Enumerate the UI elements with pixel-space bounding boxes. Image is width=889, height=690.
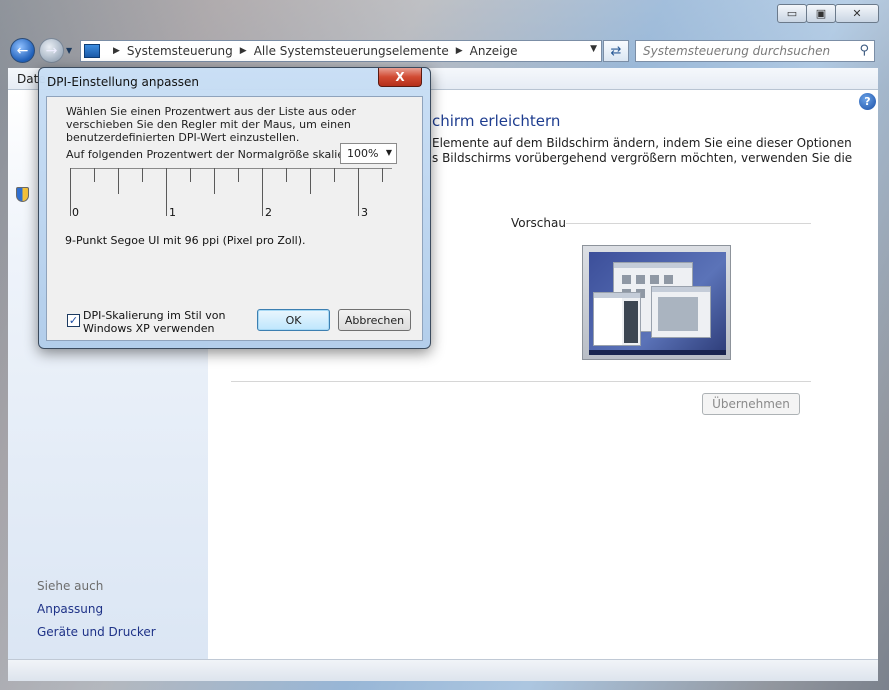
preview-image [582, 245, 731, 360]
description-line: Elemente auf dem Bildschirm ändern, inde… [432, 136, 852, 150]
minimize-button[interactable]: ▭ [777, 4, 807, 23]
ruler-minor-tick [286, 168, 287, 182]
breadcrumb-separator-icon[interactable]: ▶ [456, 46, 463, 56]
breadcrumb-separator-icon[interactable]: ▶ [240, 46, 247, 56]
ruler-label: 2 [265, 206, 272, 219]
scale-select-value: 100% [347, 147, 379, 160]
xp-scaling-checkbox[interactable]: ✓ [67, 314, 80, 327]
ruler-minor-tick [238, 168, 239, 182]
preview-side-window [593, 292, 641, 346]
breadcrumb-separator-icon[interactable]: ▶ [113, 46, 120, 56]
breadcrumb-alle-elemente[interactable]: Alle Systemsteuerungselemente [254, 44, 449, 58]
ruler-label: 0 [72, 206, 79, 219]
see-also-heading: Siehe auch [37, 579, 104, 593]
refresh-button[interactable]: ⇄ [603, 40, 629, 62]
cancel-button[interactable]: Abbrechen [338, 309, 411, 331]
forward-button[interactable]: → [39, 38, 64, 63]
ruler-minor-tick [190, 168, 191, 182]
xp-scaling-label-line: Windows XP verwenden [83, 322, 215, 335]
dialog-description: Wählen Sie einen Prozentwert aus der Lis… [66, 105, 357, 144]
ruler-minor-tick [142, 168, 143, 182]
scale-label: Auf folgenden Prozentwert der Normalgröß… [66, 148, 366, 161]
xp-scaling-label-line: DPI-Skalierung im Stil von [83, 309, 226, 322]
preview-screen [589, 252, 726, 355]
apply-button[interactable]: Übernehmen [702, 393, 800, 415]
ruler-minor-tick [214, 168, 215, 194]
divider [566, 223, 811, 224]
control-panel-icon [84, 44, 100, 58]
preview-front-window [651, 286, 711, 338]
search-placeholder: Systemsteuerung durchsuchen [643, 44, 831, 58]
navigation-bar: ← → ▼ ▶ Systemsteuerung ▶ Alle Systemste… [0, 34, 889, 66]
font-info-text: 9-Punkt Segoe UI mit 96 ppi (Pixel pro Z… [65, 234, 306, 247]
page-heading: chirm erleichtern [432, 112, 561, 130]
forward-arrow-icon: → [45, 42, 58, 59]
divider [231, 381, 811, 382]
ruler-major-tick [70, 168, 71, 216]
uac-shield-icon [16, 187, 29, 202]
recent-pages-dropdown-icon[interactable]: ▼ [66, 46, 72, 55]
ruler-minor-tick [334, 168, 335, 182]
dialog-close-button[interactable]: X [378, 68, 422, 87]
search-icon[interactable]: ⚲ [859, 43, 869, 58]
ruler-minor-tick [382, 168, 383, 182]
chevron-down-icon: ▼ [385, 148, 392, 157]
search-input[interactable]: Systemsteuerung durchsuchen ⚲ [635, 40, 875, 62]
window-bottom-border [8, 659, 878, 681]
ruler-major-tick [262, 168, 263, 216]
scale-select[interactable]: 100% ▼ [340, 143, 397, 164]
description-line: s Bildschirms vorübergehend vergrößern m… [432, 151, 853, 165]
preview-label: Vorschau [511, 216, 566, 230]
ruler-minor-tick [94, 168, 95, 182]
dialog-title: DPI-Einstellung anpassen [47, 75, 199, 89]
ruler-label: 1 [169, 206, 176, 219]
help-icon[interactable]: ? [859, 93, 876, 110]
maximize-button[interactable]: ▣ [806, 4, 836, 23]
ruler-minor-tick [118, 168, 119, 194]
back-button[interactable]: ← [10, 38, 35, 63]
refresh-icon: ⇄ [610, 43, 622, 59]
caption-buttons: ▭ ▣ ✕ [777, 4, 879, 23]
address-dropdown-icon[interactable]: ▼ [590, 44, 597, 54]
preview-taskbar [589, 350, 726, 355]
link-geraete-und-drucker[interactable]: Geräte und Drucker [37, 625, 156, 639]
breadcrumb-anzeige[interactable]: Anzeige [470, 44, 518, 58]
close-button[interactable]: ✕ [835, 4, 879, 23]
back-arrow-icon: ← [16, 42, 29, 59]
ruler-major-tick [358, 168, 359, 216]
dpi-ruler[interactable]: 0 1 2 3 [70, 168, 392, 220]
ok-button[interactable]: OK [257, 309, 330, 331]
breadcrumb-systemsteuerung[interactable]: Systemsteuerung [127, 44, 233, 58]
ruler-minor-tick [310, 168, 311, 194]
xp-scaling-label[interactable]: DPI-Skalierung im Stil von Windows XP ve… [83, 309, 225, 335]
address-bar[interactable]: ▶ Systemsteuerung ▶ Alle Systemsteuerung… [80, 40, 602, 62]
link-anpassung[interactable]: Anpassung [37, 602, 103, 616]
ruler-label: 3 [361, 206, 368, 219]
ruler-major-tick [166, 168, 167, 216]
